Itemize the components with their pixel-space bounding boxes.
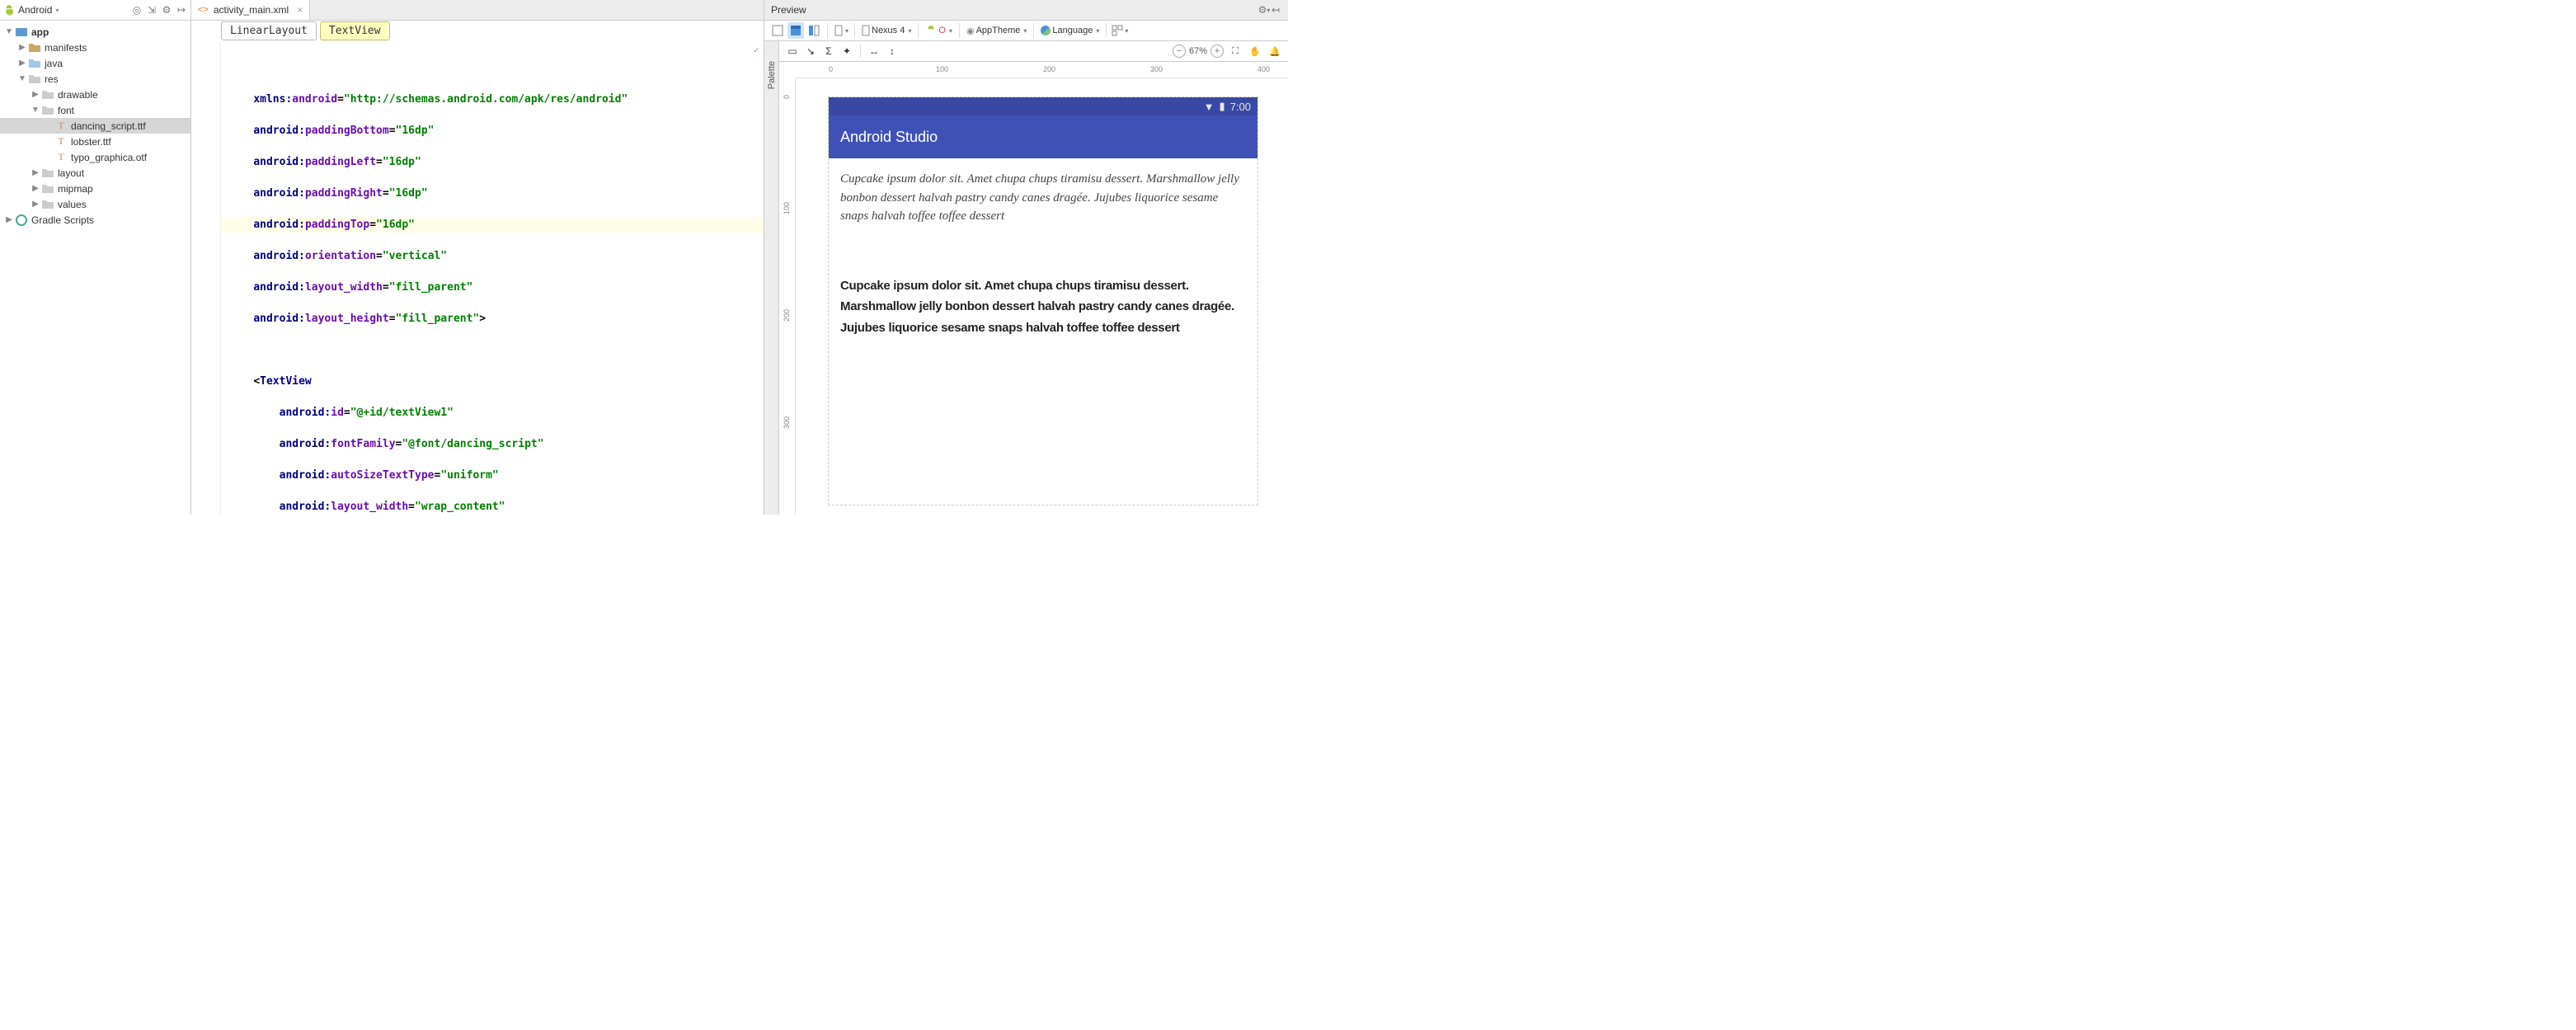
fit-icon[interactable]: ⛶ [1227, 43, 1243, 59]
gear-icon[interactable]: ⚙▾ [1258, 4, 1270, 16]
gear-icon[interactable]: ⚙ [161, 4, 172, 16]
tree-node-gradle[interactable]: ▶ Gradle Scripts [0, 212, 190, 228]
pan-icon[interactable]: ↘ [802, 43, 819, 59]
sidebar-header: Android ▾ ◎ ⇲ ⚙ ↦ [0, 0, 190, 21]
magic-icon[interactable]: ✦ [839, 43, 855, 59]
tree-node-java[interactable]: ▶ java [0, 55, 190, 71]
tree-node-manifests[interactable]: ▶ manifests [0, 40, 190, 55]
bell-icon[interactable]: 🔔 [1267, 43, 1283, 59]
hand-icon[interactable]: ✋ [1247, 43, 1263, 59]
project-tree[interactable]: ▼ app ▶ manifests ▶ java ▼ res ▶ drawabl… [0, 21, 190, 515]
crumb-textview[interactable]: TextView [320, 21, 390, 40]
tab-activity-main[interactable]: <> activity_main.xml × [191, 0, 310, 20]
layout-content: Cupcake ipsum dolor sit. Amet chupa chup… [829, 158, 1257, 505]
select-icon[interactable]: ▭ [784, 43, 801, 59]
textview-2[interactable]: Cupcake ipsum dolor sit. Amet chupa chup… [840, 275, 1246, 339]
project-sidebar: Android ▾ ◎ ⇲ ⚙ ↦ ▼ app ▶ manifests ▶ ja… [0, 0, 191, 515]
status-check-icon: ✓ [754, 43, 759, 59]
close-icon[interactable]: × [297, 4, 303, 16]
gradle-icon [15, 214, 28, 227]
tree-node-lobster[interactable]: T lobster.ttf [0, 134, 190, 149]
tree-node-app[interactable]: ▼ app [0, 24, 190, 40]
zoom-out-button[interactable]: − [1173, 45, 1186, 58]
tree-node-font[interactable]: ▼ font [0, 102, 190, 118]
status-time: 7:00 [1230, 101, 1251, 113]
code-editor[interactable]: ✓ xmlns:android="http://schemas.android.… [191, 41, 764, 515]
breadcrumb: LinearLayout TextView [191, 21, 764, 41]
palette-label: Palette [767, 61, 777, 89]
zoom-level: 67% [1189, 46, 1207, 56]
zoom-in-button[interactable]: + [1210, 45, 1224, 58]
orientation-icon[interactable] [833, 22, 849, 39]
palette-tab[interactable]: Palette [764, 41, 779, 515]
hide-icon[interactable]: ↦ [176, 4, 187, 16]
tree-node-res[interactable]: ▼ res [0, 71, 190, 87]
tree-node-typo-graphica[interactable]: T typo_graphica.otf [0, 149, 190, 165]
textview-1[interactable]: Cupcake ipsum dolor sit. Amet chupa chup… [840, 170, 1246, 226]
tree-node-mipmap[interactable]: ▶ mipmap [0, 181, 190, 196]
api-selector[interactable]: O [924, 25, 954, 36]
preview-toolbar-2: ▭ ↘ Σ ✦ ↔ ↕ − 67% + ⛶ ✋ 🔔 [779, 41, 1288, 62]
theme-selector[interactable]: ◉AppTheme [965, 26, 1028, 36]
hide-icon[interactable]: ↤ [1270, 4, 1281, 16]
tree-node-drawable[interactable]: ▶ drawable [0, 87, 190, 102]
xml-file-icon: <> [198, 5, 209, 15]
tab-label: activity_main.xml [214, 4, 289, 16]
battery-icon: ▮ [1220, 100, 1225, 113]
language-selector[interactable]: Language [1039, 26, 1101, 35]
expand-v-icon[interactable]: ↕ [884, 43, 900, 59]
device-frame: ▼ ▮ 7:00 Android Studio Cupcake ipsum do… [829, 97, 1257, 505]
sigma-icon[interactable]: Σ [820, 43, 837, 59]
font-file-icon: T [54, 135, 68, 148]
app-title: Android Studio [840, 129, 938, 146]
font-file-icon: T [54, 120, 68, 133]
design-view-icon[interactable] [769, 22, 786, 39]
variant-icon[interactable] [1112, 22, 1128, 39]
tree-node-layout[interactable]: ▶ layout [0, 165, 190, 181]
preview-toolbar-1: Nexus 4 O ◉AppTheme Language [764, 21, 1288, 41]
both-view-icon[interactable] [806, 22, 822, 39]
app-bar: Android Studio [829, 115, 1257, 158]
expand-h-icon[interactable]: ↔ [866, 43, 882, 59]
device-selector[interactable]: Nexus 4 [860, 25, 913, 36]
design-canvas[interactable]: ▭ ↘ Σ ✦ ↔ ↕ − 67% + ⛶ ✋ 🔔 [779, 41, 1288, 515]
editor-tabs: <> activity_main.xml × [191, 0, 764, 21]
preview-title-bar: Preview ⚙▾ ↤ [764, 0, 1288, 21]
ruler-horizontal: 0 100 200 300 400 [796, 62, 1288, 78]
preview-panel: Preview ⚙▾ ↤ Nexus 4 O ◉AppTheme Languag… [764, 0, 1288, 515]
android-logo-icon [3, 4, 15, 16]
editor-area: <> activity_main.xml × LinearLayout Text… [191, 0, 764, 515]
ruler-vertical: 0 100 200 300 [779, 78, 796, 515]
crumb-linearlayout[interactable]: LinearLayout [221, 21, 317, 40]
collapse-icon[interactable]: ⇲ [146, 4, 157, 16]
target-icon[interactable]: ◎ [131, 4, 143, 16]
font-file-icon: T [54, 151, 68, 164]
wifi-icon: ▼ [1204, 101, 1215, 113]
blueprint-view-icon[interactable] [787, 22, 804, 39]
preview-title: Preview [771, 4, 806, 16]
sidebar-mode[interactable]: Android [18, 4, 52, 16]
gutter [191, 41, 221, 515]
tree-node-dancing-script[interactable]: T dancing_script.ttf [0, 118, 190, 134]
tree-node-values[interactable]: ▶ values [0, 196, 190, 212]
status-bar: ▼ ▮ 7:00 [829, 97, 1257, 115]
